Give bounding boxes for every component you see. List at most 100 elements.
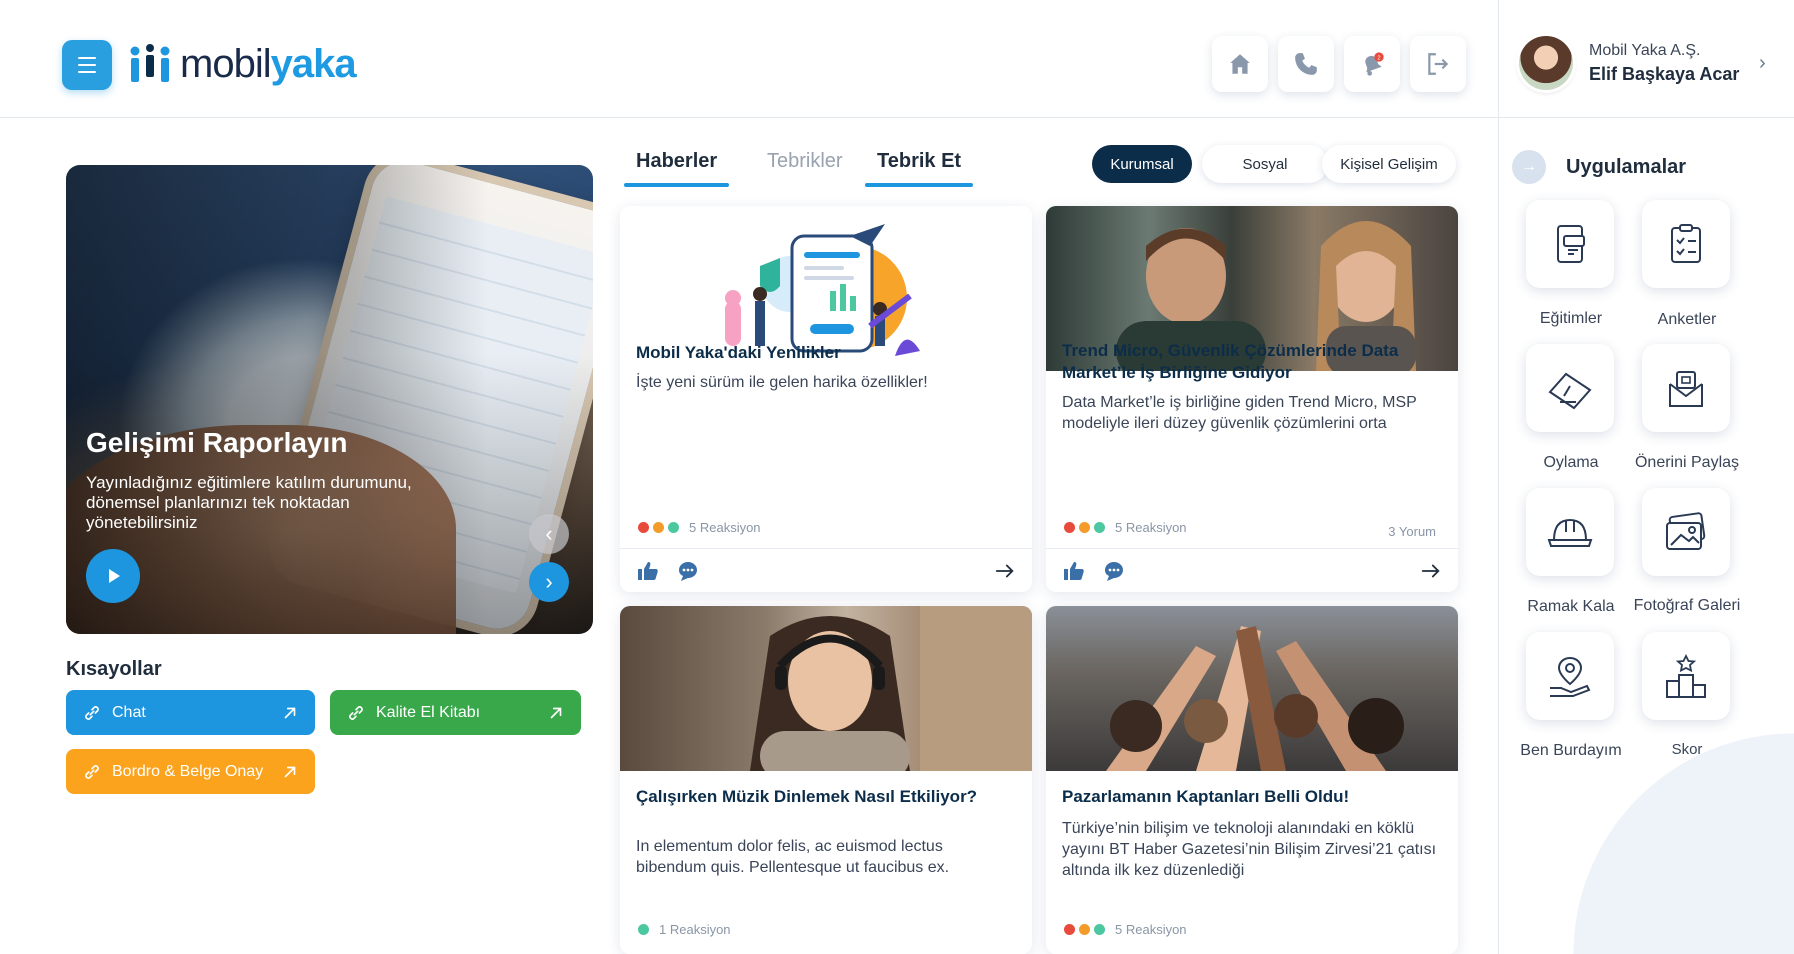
tab-news[interactable]: Haberler	[624, 150, 730, 187]
reaction-red-icon	[636, 520, 651, 535]
shortcut-quality-handbook[interactable]: Kalite El Kitabı	[330, 690, 581, 735]
link-icon	[85, 764, 99, 779]
reaction-count: 5 Reaksiyon	[1115, 520, 1187, 535]
app-share-idea[interactable]	[1642, 344, 1730, 432]
card-title: Çalışırken Müzik Dinlemek Nasıl Etkiliyo…	[636, 787, 978, 806]
menu-button[interactable]	[62, 40, 112, 90]
like-icon[interactable]	[636, 559, 660, 583]
news-card[interactable]: Mobil Yaka'daki Yenilikler İşte yeni sür…	[620, 206, 1032, 592]
hero-carousel[interactable]: Gelişimi Raporlayın Yayınladığınız eğiti…	[66, 165, 593, 634]
reaction-red-icon	[1062, 520, 1077, 535]
card-description: İşte yeni sürüm ile gelen harika özellik…	[636, 374, 928, 391]
app-voting[interactable]	[1526, 344, 1614, 432]
reaction-green-icon	[636, 922, 651, 937]
comment-count: 3 Yorum	[1388, 524, 1436, 539]
user-profile[interactable]: Mobil Yaka A.Ş. Elif Başkaya Acar ›	[1498, 0, 1794, 118]
card-reactions: 5 Reaksiyon	[1062, 520, 1187, 535]
brand-logo[interactable]: mobilyaka	[130, 41, 357, 87]
app-training[interactable]	[1526, 200, 1614, 288]
shortcut-label: Kalite El Kitabı	[376, 703, 481, 721]
menu-icon-bar	[78, 64, 96, 66]
photo-gallery-icon	[1666, 512, 1706, 550]
reaction-count: 5 Reaksiyon	[1115, 922, 1187, 937]
app-label: Oylama	[1543, 454, 1599, 471]
arrow-up-right-icon	[284, 766, 296, 777]
hard-hat-icon	[1547, 518, 1593, 547]
logo-text: mobilyaka	[180, 41, 357, 87]
app-photo-gallery[interactable]	[1642, 488, 1730, 576]
app-label: Fotoğraf Galeri	[1633, 597, 1741, 614]
header-actions: 2	[1212, 36, 1466, 92]
app-label: Eğitimler	[1539, 310, 1603, 327]
news-card[interactable]: Trend Micro, Güvenlik Çözümlerinde Data …	[1046, 206, 1458, 592]
app-label: Anketler	[1657, 311, 1717, 328]
tab-send-congrats[interactable]: Tebrik Et	[865, 150, 974, 187]
shortcut-payroll-approval[interactable]: Bordro & Belge Onay	[66, 749, 315, 794]
arrow-up-right-icon	[284, 707, 296, 718]
hero-title: Gelişimi Raporlayın	[86, 427, 348, 458]
carousel-next-button[interactable]: ›	[529, 562, 569, 602]
comment-icon[interactable]	[676, 559, 700, 583]
phone-button[interactable]	[1278, 36, 1334, 92]
notification-button[interactable]: 2	[1344, 36, 1400, 92]
shortcut-chat[interactable]: Chat	[66, 690, 315, 735]
logout-button[interactable]	[1410, 36, 1466, 92]
survey-icon	[1671, 224, 1701, 263]
training-icon	[1557, 225, 1585, 263]
reaction-orange-icon	[1077, 520, 1092, 535]
phone-icon	[1295, 53, 1317, 75]
card-reactions: 1 Reaksiyon	[636, 922, 731, 937]
card-image	[620, 606, 1032, 781]
chevron-right-icon: ›	[545, 569, 553, 594]
arrow-up-right-icon	[550, 707, 562, 718]
arrow-right-icon[interactable]	[1420, 560, 1442, 582]
avatar	[1519, 36, 1573, 90]
card-title: Mobil Yaka'daki Yenilikler	[636, 343, 841, 362]
card-reactions: 5 Reaksiyon	[636, 520, 761, 535]
tab-congratulations[interactable]: Tebrikler	[767, 150, 843, 173]
company-name: Mobil Yaka A.Ş.	[1589, 42, 1701, 59]
filter-personal-development[interactable]: Kişisel Gelişim	[1322, 145, 1456, 183]
app-score[interactable]	[1642, 632, 1730, 720]
reaction-red-icon	[1062, 922, 1077, 937]
filter-corporate[interactable]: Kurumsal	[1092, 145, 1192, 183]
podium-icon	[1666, 653, 1706, 698]
home-button[interactable]	[1212, 36, 1268, 92]
app-check-in[interactable]	[1526, 632, 1614, 720]
reaction-green-icon	[666, 520, 681, 535]
app-near-miss[interactable]	[1526, 488, 1614, 576]
link-icon	[85, 705, 99, 720]
chevron-left-icon: ‹	[545, 521, 553, 546]
card-actions	[1046, 548, 1458, 592]
hero-description: Yayınladığınız eğitimlere katılım durumu…	[86, 473, 412, 532]
logo-text-bold: yaka	[270, 41, 357, 86]
top-header: mobilyaka 2	[0, 0, 1498, 118]
home-icon	[1230, 54, 1250, 74]
menu-icon-bar	[78, 57, 96, 59]
card-reactions: 5 Reaksiyon	[1062, 922, 1187, 937]
app-surveys[interactable]	[1642, 200, 1730, 288]
comment-icon[interactable]	[1102, 559, 1126, 583]
app-label: Ramak Kala	[1527, 598, 1615, 615]
play-button[interactable]	[86, 549, 140, 603]
filter-social[interactable]: Sosyal	[1202, 145, 1328, 183]
reaction-green-icon	[1092, 520, 1107, 535]
shortcut-label: Bordro & Belge Onay	[112, 762, 264, 780]
card-image	[1046, 606, 1458, 771]
card-description: Türkiye’nin bilişim ve teknoloji alanınd…	[1062, 820, 1437, 879]
reaction-count: 5 Reaksiyon	[689, 520, 761, 535]
news-card[interactable]: Pazarlamanın Kaptanları Belli Oldu! Türk…	[1046, 606, 1458, 954]
like-icon[interactable]	[1062, 559, 1086, 583]
play-icon	[109, 569, 120, 583]
reaction-green-icon	[1092, 922, 1107, 937]
apps-title: Uygulamalar	[1566, 156, 1687, 178]
suggestion-icon	[1669, 371, 1703, 407]
news-card[interactable]: Çalışırken Müzik Dinlemek Nasıl Etkiliyo…	[620, 606, 1032, 954]
voting-icon	[1548, 372, 1592, 410]
notification-bell-icon: 2	[1365, 52, 1384, 76]
arrow-right-icon[interactable]	[994, 560, 1016, 582]
carousel-prev-button[interactable]: ‹	[529, 514, 569, 554]
apps-back-button[interactable]: →	[1512, 150, 1546, 184]
card-actions	[620, 548, 1032, 592]
tab-label: Tebrikler	[767, 150, 843, 172]
